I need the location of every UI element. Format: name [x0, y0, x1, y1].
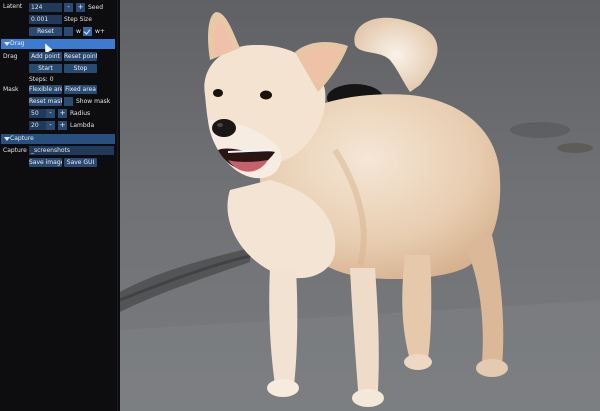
- control-panel: Latent 124 - + Seed 0.001 Step Size Rese…: [0, 0, 118, 411]
- w-label: w: [76, 28, 81, 35]
- capture-path-input[interactable]: _screenshots: [29, 146, 114, 155]
- w-checkbox[interactable]: [64, 27, 73, 36]
- radius-label: Radius: [70, 110, 91, 117]
- save-image-button[interactable]: Save image: [29, 158, 62, 167]
- reset-point-button[interactable]: Reset point: [64, 52, 97, 61]
- show-mask-label: Show mask: [76, 98, 111, 105]
- capture-label: Capture: [3, 147, 27, 154]
- collapse-arrow-icon: [4, 42, 10, 46]
- wplus-label: w+: [95, 28, 105, 35]
- app-root: Latent 124 - + Seed 0.001 Step Size Rese…: [0, 0, 600, 411]
- seed-minus-button[interactable]: -: [64, 3, 73, 12]
- lambda-input[interactable]: 20: [29, 121, 46, 130]
- add-point-button[interactable]: Add point: [29, 52, 62, 61]
- mask-label: Mask: [3, 86, 19, 93]
- steps-counter: Steps: 0: [29, 76, 54, 83]
- step-size-label: Step Size: [64, 16, 92, 23]
- drag-section-header[interactable]: Drag: [1, 39, 115, 49]
- capture-section-title: Capture: [10, 135, 34, 142]
- lambda-plus-button[interactable]: +: [58, 121, 67, 130]
- flexible-area-button[interactable]: Flexible area: [29, 85, 62, 94]
- radius-input[interactable]: 50: [29, 109, 46, 118]
- fixed-area-button[interactable]: Fixed area: [64, 85, 97, 94]
- lambda-label: Lambda: [70, 122, 95, 129]
- radius-minus-button[interactable]: -: [46, 109, 55, 118]
- image-canvas[interactable]: [120, 0, 600, 411]
- save-gui-button[interactable]: Save GUI: [64, 158, 97, 167]
- collapse-arrow-icon: [4, 137, 10, 141]
- dog-photo: [120, 0, 600, 411]
- seed-label: Seed: [88, 4, 103, 11]
- radius-plus-button[interactable]: +: [58, 109, 67, 118]
- reset-mask-button[interactable]: Reset mask: [29, 97, 62, 106]
- stop-button[interactable]: Stop: [64, 64, 97, 73]
- seed-input[interactable]: 124: [29, 3, 62, 12]
- latent-label: Latent: [3, 3, 23, 10]
- reset-latent-button[interactable]: Reset: [29, 27, 62, 36]
- drag-section-title: Drag: [10, 40, 25, 47]
- step-size-input[interactable]: 0.001: [29, 15, 62, 24]
- wplus-checkbox[interactable]: [83, 27, 92, 36]
- drag-label: Drag: [3, 53, 18, 60]
- seed-plus-button[interactable]: +: [76, 3, 85, 12]
- start-button[interactable]: Start: [29, 64, 62, 73]
- capture-section-header[interactable]: Capture: [1, 134, 115, 144]
- lambda-minus-button[interactable]: -: [46, 121, 55, 130]
- show-mask-checkbox[interactable]: [64, 97, 73, 106]
